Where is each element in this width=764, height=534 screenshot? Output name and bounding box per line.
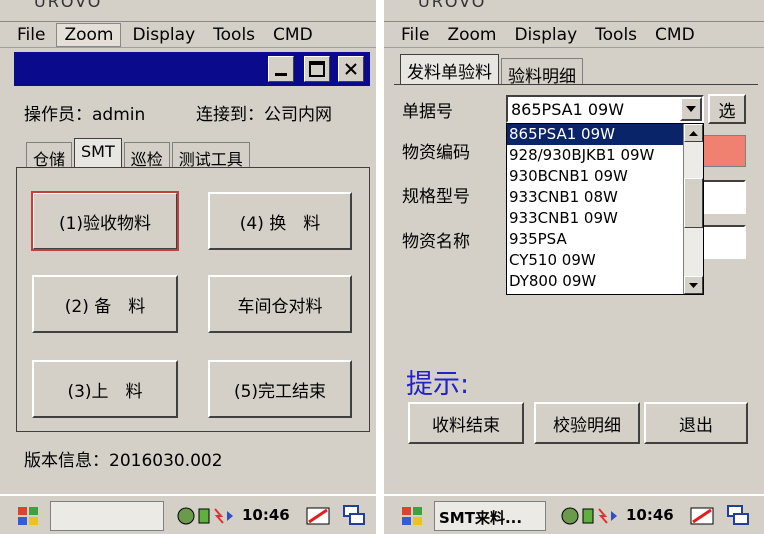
windows-switch-icon[interactable] — [340, 502, 368, 530]
window-title: UROVO — [34, 0, 103, 11]
tab-test-tools[interactable]: 测试工具 — [171, 142, 250, 169]
keyboard-icon[interactable] — [304, 502, 332, 530]
material-code-field[interactable] — [702, 135, 746, 167]
change-material-button[interactable]: (4) 换 料 — [208, 192, 352, 250]
spec-label: 规格型号 — [402, 187, 470, 207]
scroll-up-button[interactable] — [684, 124, 703, 142]
network-battery-icon — [561, 507, 617, 525]
maximize-button[interactable] — [304, 56, 330, 82]
doc-no-combobox[interactable]: 865PSA1 09W — [506, 95, 704, 123]
windows-switch-icon[interactable] — [724, 502, 752, 530]
scroll-down-button[interactable] — [684, 276, 703, 294]
dropdown-option[interactable]: 930BCNB1 09W — [507, 166, 683, 187]
material-name-field[interactable] — [702, 225, 746, 259]
minimize-icon — [275, 73, 287, 76]
start-windows-icon[interactable] — [14, 502, 42, 530]
menu-cmd[interactable]: CMD — [648, 24, 702, 46]
menu-display[interactable]: Display — [125, 24, 202, 46]
clock: 10:46 — [626, 506, 674, 524]
taskbar-app-button[interactable]: SMT来料... — [434, 501, 546, 531]
dropdown-scrollbar[interactable] — [683, 124, 703, 294]
doc-no-dropdown-list[interactable]: 865PSA1 09W 928/930BJKB1 09W 930BCNB1 09… — [506, 123, 704, 295]
dropdown-options: 865PSA1 09W 928/930BJKB1 09W 930BCNB1 09… — [507, 124, 683, 292]
verify-detail-button[interactable]: 校验明细 — [534, 402, 640, 444]
app-caption-bar — [14, 52, 370, 86]
minimize-button[interactable] — [268, 56, 294, 82]
dropdown-arrow-button[interactable] — [680, 97, 702, 121]
menu-display[interactable]: Display — [507, 24, 584, 46]
tab-check-detail[interactable]: 验料明细 — [501, 58, 583, 87]
keyboard-icon[interactable] — [688, 502, 716, 530]
maximize-icon — [309, 61, 325, 77]
scroll-thumb[interactable] — [684, 178, 703, 228]
connection-label: 连接到：公司内网 — [196, 105, 332, 125]
doc-no-label: 单据号 — [402, 102, 453, 122]
menu-cmd[interactable]: CMD — [266, 24, 320, 46]
menu-file[interactable]: File — [394, 24, 436, 46]
exit-button[interactable]: 退出 — [644, 402, 748, 444]
chevron-down-icon — [686, 106, 696, 112]
menu-file[interactable]: File — [10, 24, 52, 46]
menu-bar: File Zoom Display Tools CMD — [0, 22, 376, 48]
menu-zoom[interactable]: Zoom — [56, 22, 122, 47]
load-material-button[interactable]: (3)上 料 — [32, 360, 178, 418]
finish-receive-button[interactable]: 收料结束 — [408, 402, 524, 444]
clock: 10:46 — [242, 506, 290, 524]
version-label: 版本信息：2016030.002 — [24, 451, 223, 471]
network-battery-icon — [177, 507, 233, 525]
tab-bar: 仓储 SMT 巡检 测试工具 — [26, 138, 252, 169]
menu-tools[interactable]: Tools — [206, 24, 262, 46]
hint-label: 提示: — [406, 369, 470, 400]
receive-material-button[interactable]: (1)验收物料 — [31, 191, 179, 251]
close-icon — [345, 63, 357, 75]
dropdown-option[interactable]: 865PSA1 09W — [507, 124, 683, 145]
tab-smt[interactable]: SMT — [74, 138, 122, 168]
menu-tools[interactable]: Tools — [588, 24, 644, 46]
window-title: UROVO — [418, 0, 487, 11]
finish-work-button[interactable]: (5)完工结束 — [208, 360, 352, 418]
dropdown-option[interactable]: 933CNB1 09W — [507, 208, 683, 229]
start-windows-icon[interactable] — [398, 502, 426, 530]
select-button[interactable]: 选 — [708, 94, 746, 124]
doc-no-value: 865PSA1 09W — [511, 100, 625, 119]
close-button[interactable] — [338, 56, 364, 82]
dropdown-option[interactable]: 933CNB1 08W — [507, 187, 683, 208]
chevron-down-icon — [689, 282, 698, 288]
taskbar: SMT来料... 10:46 — [384, 494, 764, 534]
dropdown-option[interactable]: 935PSA — [507, 229, 683, 250]
window-title-bar: UROVO — [0, 0, 376, 22]
dropdown-option[interactable]: DY800 09W — [507, 271, 683, 292]
material-code-label: 物资编码 — [402, 143, 470, 163]
window-title-bar: UROVO — [384, 0, 764, 22]
chevron-up-icon — [689, 130, 698, 136]
taskbar-empty-slot[interactable] — [50, 501, 164, 531]
tab-bar: 发料单验料 验料明细 — [400, 54, 585, 87]
left-window: UROVO File Zoom Display Tools CMD 操作员：ad… — [0, 0, 380, 534]
dropdown-option[interactable]: 928/930BJKB1 09W — [507, 145, 683, 166]
prepare-material-button[interactable]: (2) 备 料 — [32, 275, 178, 333]
spec-field[interactable] — [702, 180, 746, 214]
menu-bar: File Zoom Display Tools CMD — [384, 22, 764, 48]
tray-icons[interactable] — [560, 504, 624, 528]
tab-inspection[interactable]: 巡检 — [123, 142, 170, 169]
dropdown-option[interactable]: CY510 09W — [507, 250, 683, 271]
tab-warehouse[interactable]: 仓储 — [26, 142, 73, 169]
operator-label: 操作员：admin — [24, 105, 146, 125]
tab-divider — [394, 84, 758, 85]
workshop-check-button[interactable]: 车间仓对料 — [208, 275, 352, 333]
menu-zoom[interactable]: Zoom — [440, 24, 503, 46]
material-name-label: 物资名称 — [402, 232, 470, 252]
right-window: UROVO File Zoom Display Tools CMD 发料单验料 … — [384, 0, 764, 534]
tab-issue-check[interactable]: 发料单验料 — [400, 54, 499, 84]
tray-icons[interactable] — [176, 504, 240, 528]
taskbar: 10:46 — [0, 494, 376, 534]
